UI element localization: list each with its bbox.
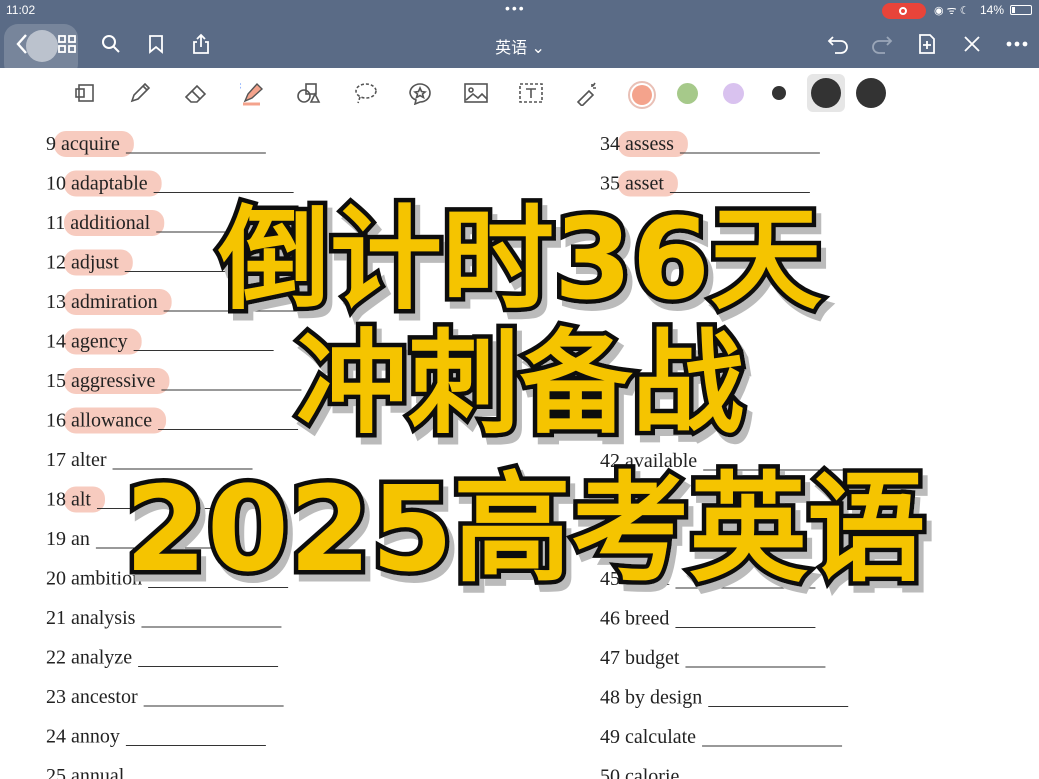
left-word-13: 22 analyze bbox=[46, 647, 132, 669]
document-page[interactable]: 9 acquire 10 adaptable 11 additional 12 adj… bbox=[0, 118, 1039, 779]
left-word-list: 9 acquire 10 adaptable 11 additional 12 adj… bbox=[46, 131, 304, 779]
right-word-list: 34 assess 35 asset 42 available 45 block 46 … bbox=[600, 131, 849, 779]
left-word-6: 15 aggressive bbox=[46, 370, 156, 392]
stroke-thin-swatch[interactable] bbox=[772, 86, 786, 100]
back-chevron-icon[interactable] bbox=[8, 30, 36, 58]
color-salmon-swatch[interactable] bbox=[632, 85, 652, 105]
left-word-10: 19 an bbox=[46, 528, 90, 550]
bookmark-icon[interactable] bbox=[142, 30, 170, 58]
right-word-1: 35 asset bbox=[600, 173, 664, 195]
page-layout-icon[interactable] bbox=[70, 78, 100, 108]
signal-wifi-icon: ◉ ᯤ ☾ bbox=[934, 5, 970, 17]
left-word-11: 20 ambition bbox=[46, 568, 142, 590]
right-word-6: 48 by design bbox=[600, 687, 702, 709]
search-icon[interactable] bbox=[97, 30, 125, 58]
add-page-icon[interactable] bbox=[913, 30, 941, 58]
status-time: 11:02 bbox=[6, 3, 36, 17]
right-word-4: 46 breed bbox=[600, 608, 669, 630]
grid-view-icon[interactable] bbox=[53, 30, 81, 58]
svg-text:ᛒ: ᛒ bbox=[240, 81, 242, 91]
right-word-5: 47 budget bbox=[600, 647, 680, 669]
left-word-14: 23 ancestor bbox=[46, 686, 138, 708]
color-lavender-swatch[interactable] bbox=[723, 83, 744, 104]
image-icon[interactable] bbox=[461, 78, 491, 108]
right-word-8: 50 calorie bbox=[600, 766, 680, 779]
redo-icon[interactable] bbox=[868, 30, 896, 58]
right-word-3: 45 block bbox=[600, 568, 669, 590]
drawing-toolbar: ᛒ bbox=[0, 68, 1039, 119]
left-word-9: 18 alt bbox=[46, 489, 91, 511]
notebook-title[interactable]: 英语 ⌄ bbox=[480, 34, 560, 58]
multitask-dots-icon[interactable]: ••• bbox=[505, 0, 526, 16]
document-canvas: 9 acquire 10 adaptable 11 additional 12 adj… bbox=[46, 131, 849, 779]
right-word-0: 34 assess bbox=[600, 133, 674, 155]
left-word-16: 25 annual bbox=[46, 765, 125, 779]
sticker-icon[interactable] bbox=[405, 78, 435, 108]
color-green-swatch[interactable] bbox=[677, 83, 698, 104]
undo-icon[interactable] bbox=[824, 30, 852, 58]
right-word-7: 49 calculate bbox=[600, 726, 696, 748]
stroke-medium-swatch[interactable] bbox=[811, 78, 841, 108]
right-word-2: 42 available bbox=[600, 450, 697, 472]
left-word-5: 14 agency bbox=[46, 331, 128, 353]
left-word-0: 9 acquire bbox=[46, 133, 120, 155]
left-word-8: 17 alter bbox=[46, 449, 107, 471]
left-word-4: 13 admiration bbox=[46, 291, 158, 313]
status-bar: 11:02 ••• ◉ ᯤ ☾ 14% bbox=[0, 0, 1039, 22]
more-options-icon[interactable] bbox=[1003, 30, 1031, 58]
top-nav-bar: 英语 ⌄ bbox=[0, 22, 1039, 78]
pen-icon[interactable] bbox=[125, 78, 155, 108]
left-word-12: 21 analysis bbox=[46, 607, 136, 629]
stroke-thick-swatch[interactable] bbox=[856, 78, 886, 108]
left-word-7: 16 allowance bbox=[46, 410, 152, 432]
lasso-icon[interactable] bbox=[350, 78, 380, 108]
battery-percentage: 14% bbox=[980, 3, 1005, 17]
screen-record-icon[interactable] bbox=[882, 3, 926, 19]
share-icon[interactable] bbox=[187, 30, 215, 58]
laser-pointer-icon[interactable] bbox=[572, 78, 602, 108]
left-word-2: 11 additional bbox=[46, 212, 151, 234]
shapes-icon[interactable] bbox=[294, 78, 324, 108]
highlighter-icon[interactable]: ᛒ bbox=[238, 78, 268, 108]
left-word-3: 12 adjust bbox=[46, 252, 119, 274]
close-toolbar-icon[interactable] bbox=[958, 30, 986, 58]
eraser-icon[interactable] bbox=[181, 78, 211, 108]
left-word-1: 10 adaptable bbox=[46, 173, 148, 195]
text-box-icon[interactable] bbox=[516, 78, 546, 108]
left-word-15: 24 annoy bbox=[46, 726, 120, 748]
battery-icon bbox=[1010, 5, 1032, 15]
